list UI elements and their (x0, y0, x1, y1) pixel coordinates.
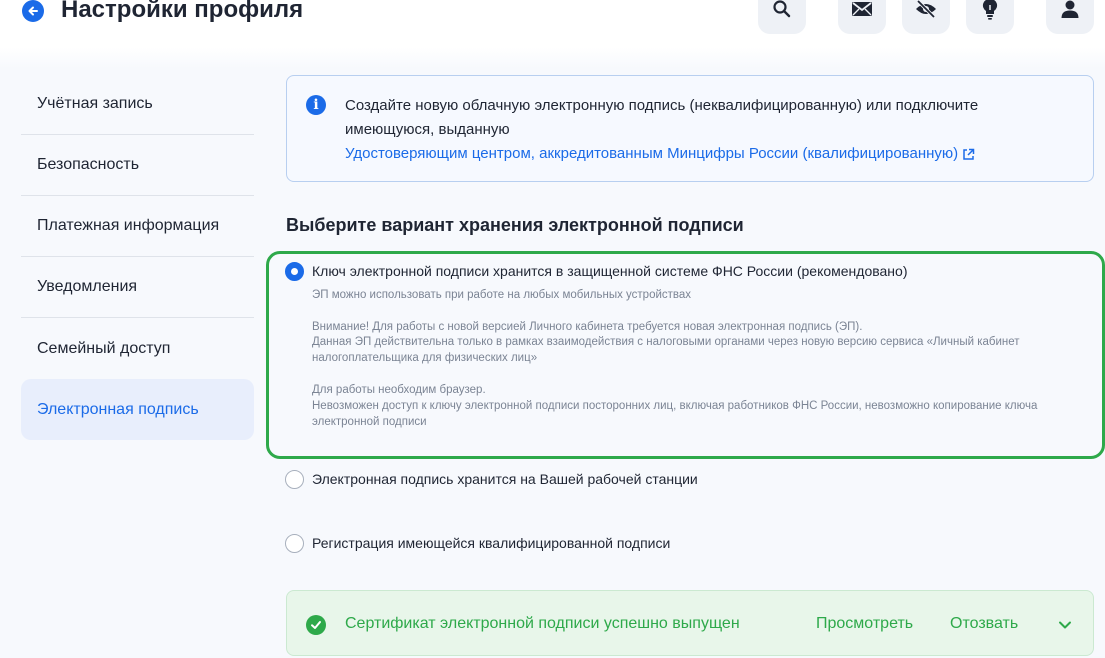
revoke-certificate-link[interactable]: Отозвать (950, 615, 1018, 633)
option-desc: ЭП можно использовать при работе на любы… (312, 289, 692, 301)
status-text: Сертификат электронной подписи успешно в… (345, 615, 740, 632)
external-link-icon (963, 148, 975, 160)
user-icon (1061, 0, 1079, 18)
radio-qualified-registration[interactable] (285, 534, 304, 553)
sidebar-item-e-signature[interactable]: Электронная подпись (21, 379, 254, 440)
back-arrow-icon[interactable] (22, 0, 44, 22)
search-icon (773, 0, 791, 18)
search-button[interactable] (758, 0, 806, 34)
sidebar-item-label: Безопасность (37, 156, 140, 173)
profile-button[interactable] (1046, 0, 1094, 34)
sidebar: Учётная запись Безопасность Платежная ин… (21, 74, 254, 440)
status-banner: Сертификат электронной подписи успешно в… (286, 590, 1094, 656)
info-link-label: Удостоверяющим центром, аккредитованным … (345, 145, 959, 162)
info-text: Создайте новую облачную электронную подп… (345, 97, 979, 138)
option-desc: Внимание! Для работы с новой версией Лич… (312, 321, 863, 333)
option-label: Электронная подпись хранится на Вашей ра… (312, 471, 698, 487)
sidebar-item-label: Платежная информация (37, 217, 220, 234)
certification-center-link[interactable]: Удостоверяющим центром, аккредитованным … (345, 142, 975, 166)
sidebar-item-payment[interactable]: Платежная информация (21, 196, 254, 257)
page-title: Настройки профиля (61, 0, 304, 23)
option-desc: Для работы необходим браузер. (312, 384, 486, 396)
info-banner: i Создайте новую облачную электронную по… (286, 75, 1094, 182)
sidebar-item-notifications[interactable]: Уведомления (21, 257, 254, 318)
sidebar-item-label: Учётная запись (37, 95, 153, 112)
option-label: Регистрация имеющейся квалифицированной … (312, 535, 671, 551)
sidebar-item-label: Уведомления (37, 278, 138, 295)
view-certificate-link[interactable]: Просмотреть (816, 615, 913, 633)
tips-button[interactable] (966, 0, 1014, 34)
sidebar-item-label: Семейный доступ (37, 339, 171, 357)
sidebar-item-account[interactable]: Учётная запись (21, 74, 254, 135)
option-desc: Невозможен доступ к ключу электронной по… (312, 400, 1038, 428)
header: Настройки профиля (0, 0, 1105, 68)
mail-button[interactable] (838, 0, 886, 34)
radio-workstation[interactable] (285, 470, 304, 489)
mail-icon (852, 2, 872, 16)
eye-off-icon (916, 0, 936, 19)
check-circle-icon (306, 615, 326, 635)
info-icon: i (306, 95, 326, 115)
visibility-toggle-button[interactable] (902, 0, 950, 34)
sidebar-item-security[interactable]: Безопасность (21, 135, 254, 196)
option-label: Ключ электронной подписи хранится в защи… (312, 263, 908, 279)
section-title: Выберите вариант хранения электронной по… (286, 215, 744, 235)
chevron-down-icon[interactable] (1057, 617, 1073, 633)
sidebar-item-label: Электронная подпись (37, 400, 199, 418)
sidebar-item-family[interactable]: Семейный доступ (21, 318, 254, 379)
lightbulb-icon (982, 0, 998, 20)
radio-fns-storage[interactable] (285, 262, 304, 281)
option-desc: Данная ЭП действительна только в рамках … (312, 336, 1020, 364)
